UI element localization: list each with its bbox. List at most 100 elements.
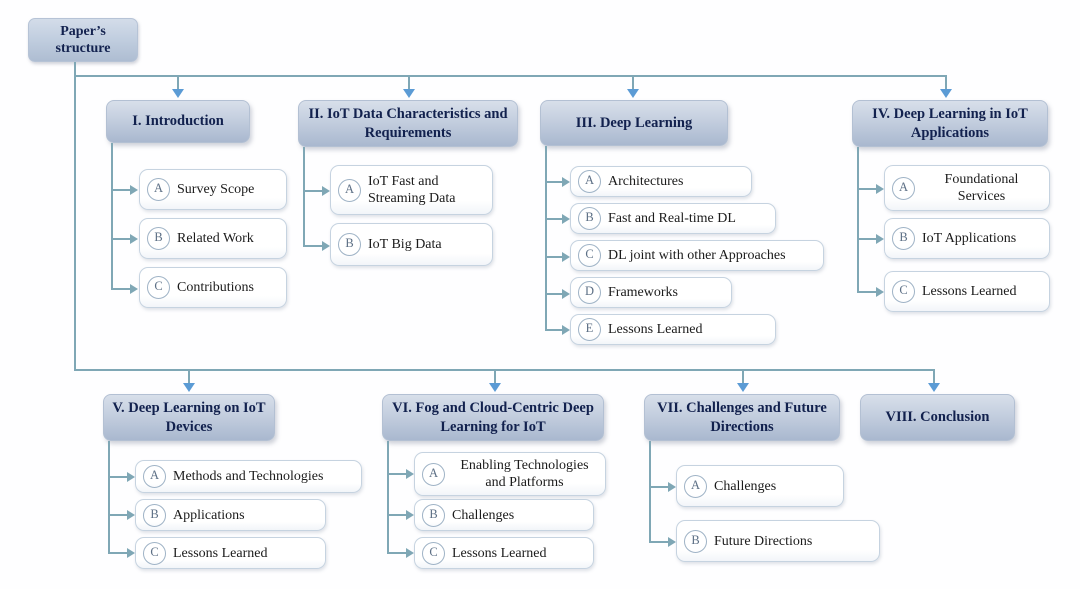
section-header-VII[interactable]: VII. Challenges and Future Directions <box>644 394 840 441</box>
connector-IV-B <box>857 238 877 240</box>
connector-III-D <box>545 293 563 295</box>
badge-letter-VI-B: B <box>422 503 445 527</box>
badge-letter-III-B: B <box>578 207 601 230</box>
child-item-IV-A[interactable]: A Foundational Services <box>884 165 1050 211</box>
badge-letter-IV-C: C <box>892 280 915 303</box>
badge-letter-III-E: E <box>578 318 601 341</box>
arrow-V-B <box>127 510 135 520</box>
child-label-VII-B: Future Directions <box>714 533 813 549</box>
arrow-I-C <box>130 284 138 294</box>
child-item-VII-B[interactable]: B Future Directions <box>676 520 880 562</box>
child-item-I-B[interactable]: B Related Work <box>139 218 287 259</box>
badge-letter-VI-A: A <box>422 462 445 486</box>
section-header-IV-label: IV. Deep Learning in IoT Applications <box>872 105 1028 141</box>
arrow-II-A <box>322 186 330 196</box>
arrow-V-A <box>127 472 135 482</box>
child-item-III-E[interactable]: E Lessons Learned <box>570 314 776 345</box>
section-header-I[interactable]: I. Introduction <box>106 100 250 143</box>
child-item-VI-B[interactable]: B Challenges <box>414 499 594 531</box>
section-header-IV[interactable]: IV. Deep Learning in IoT Applications <box>852 100 1048 147</box>
connector-VII-A <box>649 486 669 488</box>
child-item-VI-C[interactable]: C Lessons Learned <box>414 537 594 569</box>
arrow-down-section-III <box>627 89 639 98</box>
connector-I-C <box>111 288 131 290</box>
child-item-V-A[interactable]: A Methods and Technologies <box>135 460 362 493</box>
child-item-II-A[interactable]: A IoT Fast and Streaming Data <box>330 165 493 215</box>
badge-letter-III-A: A <box>578 170 601 193</box>
child-item-V-C[interactable]: C Lessons Learned <box>135 537 326 569</box>
child-label-I-B: Related Work <box>177 231 254 246</box>
arrow-down-section-VI <box>489 383 501 392</box>
arrow-down-section-IV <box>940 89 952 98</box>
arrow-down-section-VIII <box>928 383 940 392</box>
badge-letter-IV-B: B <box>892 227 915 250</box>
arrow-down-section-V <box>183 383 195 392</box>
child-item-IV-B[interactable]: B IoT Applications <box>884 218 1050 259</box>
connector-V-A <box>108 476 128 478</box>
child-item-I-C[interactable]: C Contributions <box>139 267 287 308</box>
arrow-VI-B <box>406 510 414 520</box>
arrow-down-section-I <box>172 89 184 98</box>
child-item-I-A[interactable]: A Survey Scope <box>139 169 287 210</box>
arrow-V-C <box>127 548 135 558</box>
connector-III-B <box>545 218 563 220</box>
connector-III-E <box>545 329 563 331</box>
child-item-IV-C[interactable]: C Lessons Learned <box>884 271 1050 312</box>
badge-letter-V-A: A <box>143 465 166 488</box>
badge-letter-III-C: C <box>578 244 601 267</box>
child-item-II-B[interactable]: B IoT Big Data <box>330 223 493 266</box>
section-header-III-label: III. Deep Learning <box>575 114 693 131</box>
child-label-VI-C: Lessons Learned <box>452 545 547 561</box>
trunk-vertical-from-root <box>74 62 76 371</box>
child-label-III-B: Fast and Real-time DL <box>608 211 736 226</box>
section-header-VI[interactable]: VI. Fog and Cloud-Centric Deep Learning … <box>382 394 604 441</box>
root-node-papers-structure[interactable]: Paper’s structure <box>28 18 138 62</box>
child-item-V-B[interactable]: B Applications <box>135 499 326 531</box>
connector-VI-A <box>387 473 407 475</box>
connector-V-C <box>108 552 128 554</box>
connector-IV-A <box>857 188 877 190</box>
child-label-II-A: IoT Fast and Streaming Data <box>368 174 456 206</box>
child-item-III-B[interactable]: B Fast and Real-time DL <box>570 203 776 234</box>
badge-letter-V-C: C <box>143 541 166 565</box>
child-item-III-A[interactable]: A Architectures <box>570 166 752 197</box>
spine-section-III <box>545 146 547 329</box>
arrow-VII-B <box>668 537 676 547</box>
section-header-VII-label: VII. Challenges and Future Directions <box>657 399 827 435</box>
arrow-IV-A <box>876 184 884 194</box>
child-label-IV-C: Lessons Learned <box>922 284 1017 299</box>
child-item-VII-A[interactable]: A Challenges <box>676 465 844 507</box>
child-item-VI-A[interactable]: A Enabling Technologies and Platforms <box>414 452 606 496</box>
child-label-VII-A: Challenges <box>714 478 777 494</box>
arrow-down-section-II <box>403 89 415 98</box>
child-item-III-D[interactable]: D Frameworks <box>570 277 732 308</box>
section-header-V[interactable]: V. Deep Learning on IoT Devices <box>103 394 275 441</box>
arrow-III-A <box>562 177 570 187</box>
connector-V-B <box>108 514 128 516</box>
badge-letter-I-C: C <box>147 276 170 299</box>
badge-letter-VII-A: A <box>684 474 707 498</box>
child-label-V-C: Lessons Learned <box>173 545 268 561</box>
paper-structure-diagram: Paper’s structure I. Introduction A Surv… <box>0 0 1080 589</box>
badge-letter-I-B: B <box>147 227 170 250</box>
connector-III-A <box>545 181 563 183</box>
badge-letter-II-A: A <box>338 178 361 202</box>
badge-letter-IV-A: A <box>892 176 915 200</box>
section-header-III[interactable]: III. Deep Learning <box>540 100 728 146</box>
child-label-III-A: Architectures <box>608 174 684 189</box>
child-item-III-C[interactable]: C DL joint with other Approaches <box>570 240 824 271</box>
arrow-VI-C <box>406 548 414 558</box>
connector-I-A <box>111 189 131 191</box>
child-label-V-A: Methods and Technologies <box>173 469 324 484</box>
arrow-III-B <box>562 214 570 224</box>
spine-section-VI <box>387 441 389 553</box>
connector-VI-C <box>387 552 407 554</box>
arrow-VI-A <box>406 469 414 479</box>
arrow-down-section-VII <box>737 383 749 392</box>
badge-letter-VII-B: B <box>684 529 707 553</box>
section-header-VIII[interactable]: VIII. Conclusion <box>860 394 1015 441</box>
child-label-II-B: IoT Big Data <box>368 237 442 252</box>
spine-section-V <box>108 441 110 553</box>
connector-I-B <box>111 238 131 240</box>
section-header-II[interactable]: II. IoT Data Characteristics and Require… <box>298 100 518 147</box>
